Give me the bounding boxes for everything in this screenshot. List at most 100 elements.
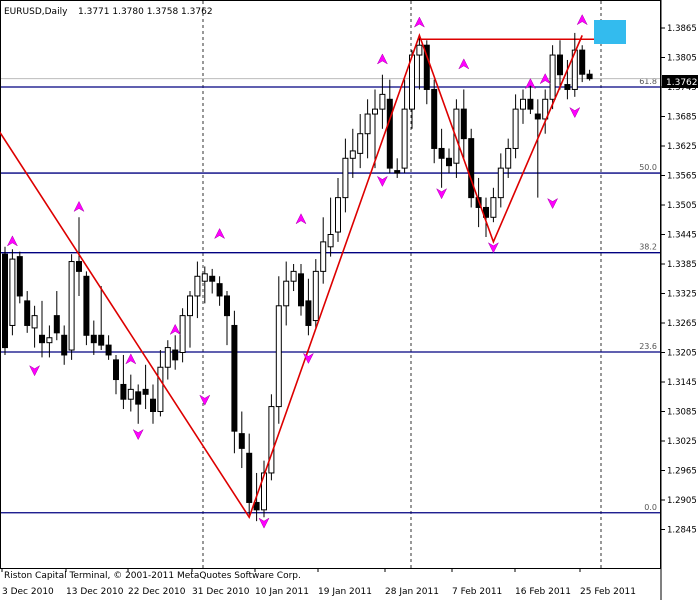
bear-candle bbox=[246, 452, 253, 503]
highlight-box bbox=[594, 20, 626, 44]
bear-candle bbox=[53, 315, 60, 334]
bull-candle bbox=[283, 280, 290, 307]
symbol-label: EURUSD,Daily bbox=[4, 7, 68, 17]
down-arrow-icon bbox=[28, 365, 41, 377]
down-arrow-icon bbox=[132, 428, 144, 441]
bull-candle bbox=[505, 147, 512, 169]
bull-candle bbox=[364, 113, 371, 135]
price-tick-label: 1.3325 bbox=[667, 290, 697, 300]
bull-candle bbox=[31, 315, 38, 329]
bear-candle bbox=[527, 98, 534, 110]
chart-canvas[interactable]: 61.850.038.223.60.0 1.38651.38051.37451.… bbox=[0, 0, 699, 600]
up-arrow-icon bbox=[413, 16, 426, 28]
bear-candle bbox=[98, 334, 105, 346]
up-arrow-icon bbox=[576, 14, 588, 26]
bear-candle bbox=[586, 73, 593, 80]
price-tick-label: 1.3385 bbox=[667, 260, 697, 270]
time-tick-label: 25 Feb 2011 bbox=[580, 587, 636, 597]
bull-candle bbox=[179, 315, 186, 353]
bear-candle bbox=[16, 256, 23, 297]
bear-candle bbox=[113, 359, 119, 381]
bear-candle bbox=[216, 283, 223, 297]
bear-candle bbox=[61, 334, 68, 356]
chart-window[interactable]: 61.850.038.223.60.0 1.38651.38051.37451.… bbox=[0, 0, 699, 600]
time-tick-label: 28 Jan 2011 bbox=[385, 587, 439, 597]
up-arrow-icon bbox=[73, 200, 85, 213]
fib-level-label: 50.0 bbox=[639, 163, 657, 172]
bull-candle bbox=[187, 295, 193, 317]
up-arrow-icon bbox=[125, 353, 137, 365]
up-arrow-icon bbox=[376, 53, 389, 65]
copyright-label: Riston Capital Terminal, © 2001-2011 Met… bbox=[4, 571, 301, 581]
chart-frame bbox=[0, 0, 661, 569]
current-price-label: 1.3762 bbox=[666, 78, 698, 88]
bull-candle bbox=[379, 93, 386, 110]
bull-candle bbox=[275, 305, 282, 408]
bear-candle bbox=[579, 49, 586, 75]
bear-candle bbox=[39, 334, 45, 344]
bear-candle bbox=[446, 157, 452, 167]
bull-candle bbox=[349, 150, 356, 159]
price-tick-label: 1.3085 bbox=[667, 408, 697, 418]
fib-level-label: 23.6 bbox=[639, 342, 657, 351]
bull-candle bbox=[68, 261, 75, 351]
down-arrow-icon bbox=[435, 188, 448, 200]
down-arrow-icon bbox=[487, 242, 500, 254]
time-tick-label: 31 Dec 2010 bbox=[192, 587, 250, 597]
time-tick-label: 7 Feb 2011 bbox=[452, 587, 502, 597]
price-tick-label: 1.3265 bbox=[667, 319, 697, 329]
bull-candle bbox=[320, 241, 327, 272]
bull-candle bbox=[453, 108, 460, 164]
bear-candle bbox=[142, 388, 149, 395]
bull-candle bbox=[327, 234, 334, 248]
bull-candle bbox=[194, 275, 201, 297]
bear-candle bbox=[172, 349, 179, 361]
bull-candle bbox=[46, 337, 53, 344]
bear-candle bbox=[460, 108, 467, 140]
fib-level-label: 38.2 bbox=[639, 243, 657, 252]
bear-candle bbox=[564, 84, 571, 90]
down-arrow-icon bbox=[258, 517, 270, 529]
bull-candle bbox=[490, 197, 497, 218]
bull-candle bbox=[342, 157, 349, 199]
bear-candle bbox=[90, 334, 97, 344]
bear-candle bbox=[120, 383, 127, 400]
price-tick-label: 1.3145 bbox=[667, 378, 697, 388]
time-tick-label: 16 Feb 2011 bbox=[515, 587, 571, 597]
bear-candle bbox=[298, 273, 304, 307]
bear-candle bbox=[557, 54, 563, 76]
bear-candle bbox=[305, 300, 312, 326]
bear-candle bbox=[394, 170, 401, 174]
bull-candle bbox=[157, 366, 164, 412]
time-tick-label: 10 Jan 2011 bbox=[255, 587, 309, 597]
bull-candle bbox=[497, 167, 504, 199]
price-tick-label: 1.3865 bbox=[667, 24, 697, 34]
price-tick-label: 1.3805 bbox=[667, 54, 697, 64]
time-tick-label: 19 Jan 2011 bbox=[318, 587, 372, 597]
bull-candle bbox=[127, 388, 134, 400]
ohlc-label: 1.3771 1.3780 1.3758 1.3762 bbox=[78, 7, 213, 17]
price-tick-label: 1.3625 bbox=[667, 142, 697, 152]
candlesticks bbox=[2, 32, 593, 522]
bull-candle bbox=[401, 108, 408, 169]
price-tick-label: 1.3445 bbox=[667, 231, 697, 241]
time-tick-label: 13 Dec 2010 bbox=[66, 587, 124, 597]
bear-candle bbox=[83, 275, 90, 336]
bear-candle bbox=[231, 324, 238, 432]
bear-candle bbox=[534, 113, 541, 120]
down-arrow-icon bbox=[546, 197, 559, 210]
bull-candle bbox=[372, 108, 378, 115]
price-tick-label: 1.2845 bbox=[667, 526, 697, 536]
down-arrow-icon bbox=[376, 175, 389, 187]
bull-candle bbox=[312, 270, 319, 322]
up-arrow-icon bbox=[213, 227, 226, 240]
up-arrow-icon bbox=[458, 58, 470, 70]
current-price-tag: 1.3762 bbox=[662, 75, 698, 88]
fractal-arrows bbox=[6, 14, 588, 529]
bull-candle bbox=[520, 98, 526, 110]
bear-candle bbox=[135, 391, 142, 405]
bear-candle bbox=[2, 253, 8, 349]
bull-candle bbox=[512, 108, 519, 149]
up-arrow-icon bbox=[169, 323, 181, 336]
up-arrow-icon bbox=[295, 213, 307, 225]
